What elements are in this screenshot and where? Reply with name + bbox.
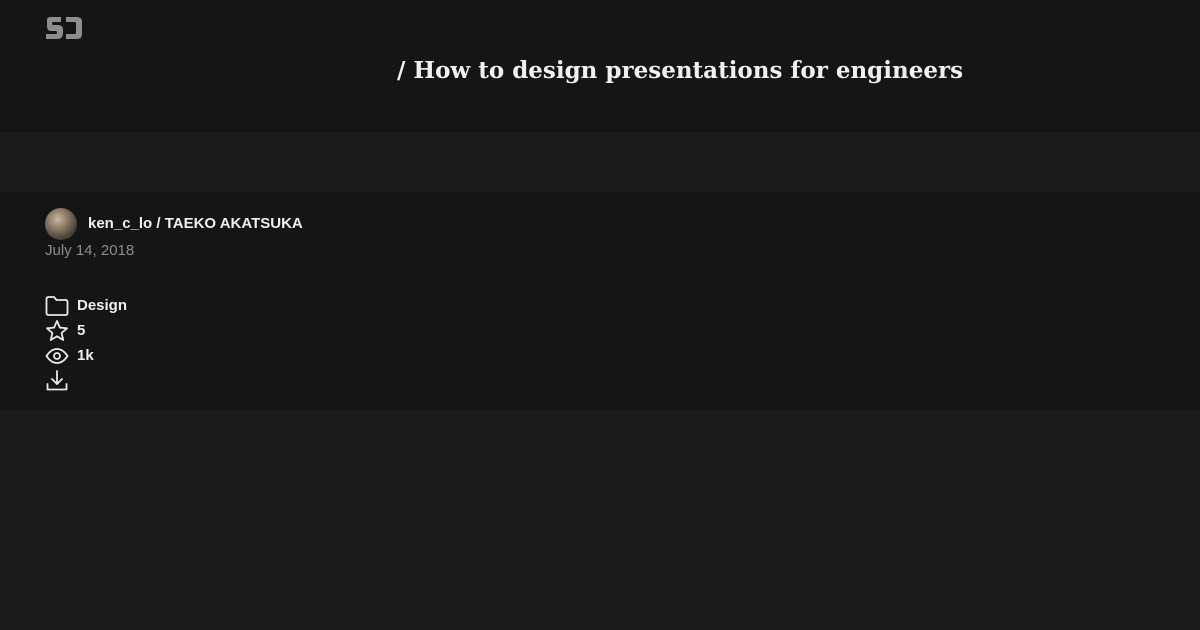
category-label[interactable]: Design [77,296,127,316]
star-button[interactable]: 5 [45,318,345,343]
star-icon [45,319,69,343]
deck-stats: Design 5 1k [45,293,345,393]
page-footer-area [0,410,1200,630]
download-button[interactable] [45,368,345,393]
header: / How to design presentations for engine… [0,0,1200,132]
eye-icon [45,344,69,368]
download-icon [45,369,69,393]
speakerdeck-logo-icon[interactable] [45,16,83,40]
folder-icon [45,294,69,318]
view-count-row: 1k [45,343,345,368]
deck-meta: ken_c_lo / TAEKO AKATSUKA July 14, 2018 … [0,192,1200,410]
avatar[interactable] [45,208,77,240]
page: / How to design presentations for engine… [0,0,1200,630]
author-row[interactable]: ken_c_lo / TAEKO AKATSUKA [45,208,303,240]
category-link[interactable]: Design [45,293,345,318]
star-count: 5 [77,321,86,339]
author-name[interactable]: ken_c_lo / TAEKO AKATSUKA [88,214,303,234]
view-count: 1k [77,346,94,364]
page-title: / How to design presentations for engine… [396,57,964,84]
publish-date: July 14, 2018 [45,242,135,259]
slide-area [0,132,1200,192]
